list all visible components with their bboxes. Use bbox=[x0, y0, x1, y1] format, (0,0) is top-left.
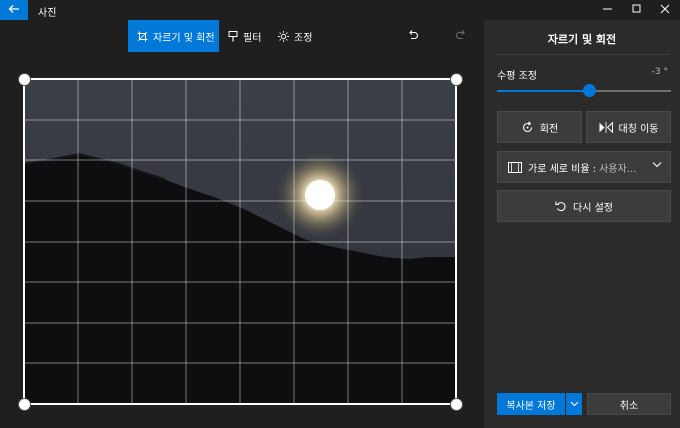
reset-button[interactable]: 다시 설정 bbox=[497, 190, 671, 222]
tab-adjust-label: 조정 bbox=[294, 32, 313, 44]
flip-icon bbox=[599, 121, 613, 133]
rotate-button[interactable]: 회전 bbox=[497, 111, 582, 143]
crop-handle-top-left[interactable] bbox=[18, 73, 31, 86]
maximize-icon bbox=[632, 4, 642, 17]
reset-label: 다시 설정 bbox=[573, 202, 613, 214]
back-button[interactable] bbox=[0, 0, 28, 20]
back-arrow-icon bbox=[8, 4, 20, 17]
reset-icon bbox=[555, 200, 567, 213]
crop-handle-top-right[interactable] bbox=[450, 73, 463, 86]
crop-handle-bottom-left[interactable] bbox=[18, 398, 31, 411]
aspect-ratio-dropdown[interactable]: 가로 세로 비율 : 사용자... bbox=[497, 151, 671, 183]
straighten-slider[interactable] bbox=[497, 84, 671, 97]
tab-filter-label: 필터 bbox=[243, 32, 262, 44]
aspect-ratio-label: 가로 세로 비율 : bbox=[528, 163, 597, 175]
chevron-down-icon bbox=[570, 399, 579, 410]
crop-handle-bottom-right[interactable] bbox=[450, 398, 463, 411]
flip-label: 대칭 이동 bbox=[618, 123, 659, 135]
panel-divider bbox=[496, 54, 670, 55]
undo-icon bbox=[407, 29, 419, 44]
close-button[interactable] bbox=[650, 0, 680, 20]
redo-button[interactable] bbox=[455, 20, 467, 52]
tab-filter[interactable]: 필터 bbox=[228, 20, 261, 52]
photo-canvas bbox=[0, 52, 484, 428]
straighten-slider-fill bbox=[497, 90, 590, 92]
panel-title: 자르기 및 회전 bbox=[547, 33, 617, 46]
title-bar: 사진 bbox=[0, 0, 680, 20]
cancel-label: 취소 bbox=[619, 400, 639, 412]
chevron-down-icon bbox=[652, 161, 662, 168]
undo-button[interactable] bbox=[407, 20, 419, 52]
tab-adjust[interactable]: 조정 bbox=[278, 20, 312, 52]
save-copy-button[interactable]: 복사본 저장 bbox=[497, 393, 565, 415]
crop-icon bbox=[137, 31, 148, 42]
close-icon bbox=[660, 4, 670, 17]
brightness-icon bbox=[278, 30, 289, 42]
crop-rotate-panel: 자르기 및 회전 수평 조정 -3 ° 회전 대칭 이동 가로 세로 비율 : … bbox=[484, 20, 680, 428]
flip-button[interactable]: 대칭 이동 bbox=[586, 111, 671, 143]
rotate-label: 회전 bbox=[539, 123, 559, 135]
filter-icon bbox=[228, 30, 238, 42]
redo-icon bbox=[455, 29, 467, 44]
straighten-value: -3 ° bbox=[651, 67, 668, 77]
aspect-ratio-value: 사용자... bbox=[599, 163, 637, 175]
aspect-ratio-icon bbox=[508, 161, 522, 173]
save-copy-label: 복사본 저장 bbox=[506, 400, 556, 412]
straighten-slider-thumb[interactable] bbox=[583, 84, 597, 97]
tab-crop-rotate-label: 자르기 및 회전 bbox=[153, 32, 215, 44]
rotate-icon bbox=[521, 120, 534, 134]
minimize-button[interactable] bbox=[593, 0, 623, 20]
edit-toolbar: 자르기 및 회전 필터 조정 bbox=[0, 20, 484, 52]
maximize-button[interactable] bbox=[622, 0, 652, 20]
straighten-label: 수평 조정 bbox=[497, 71, 537, 82]
app-title: 사진 bbox=[38, 8, 57, 19]
minimize-icon bbox=[603, 4, 613, 17]
tab-crop-rotate[interactable]: 자르기 및 회전 bbox=[128, 20, 219, 52]
crop-grid[interactable] bbox=[0, 52, 484, 428]
cancel-button[interactable]: 취소 bbox=[587, 393, 671, 415]
save-options-dropdown[interactable] bbox=[566, 393, 582, 415]
